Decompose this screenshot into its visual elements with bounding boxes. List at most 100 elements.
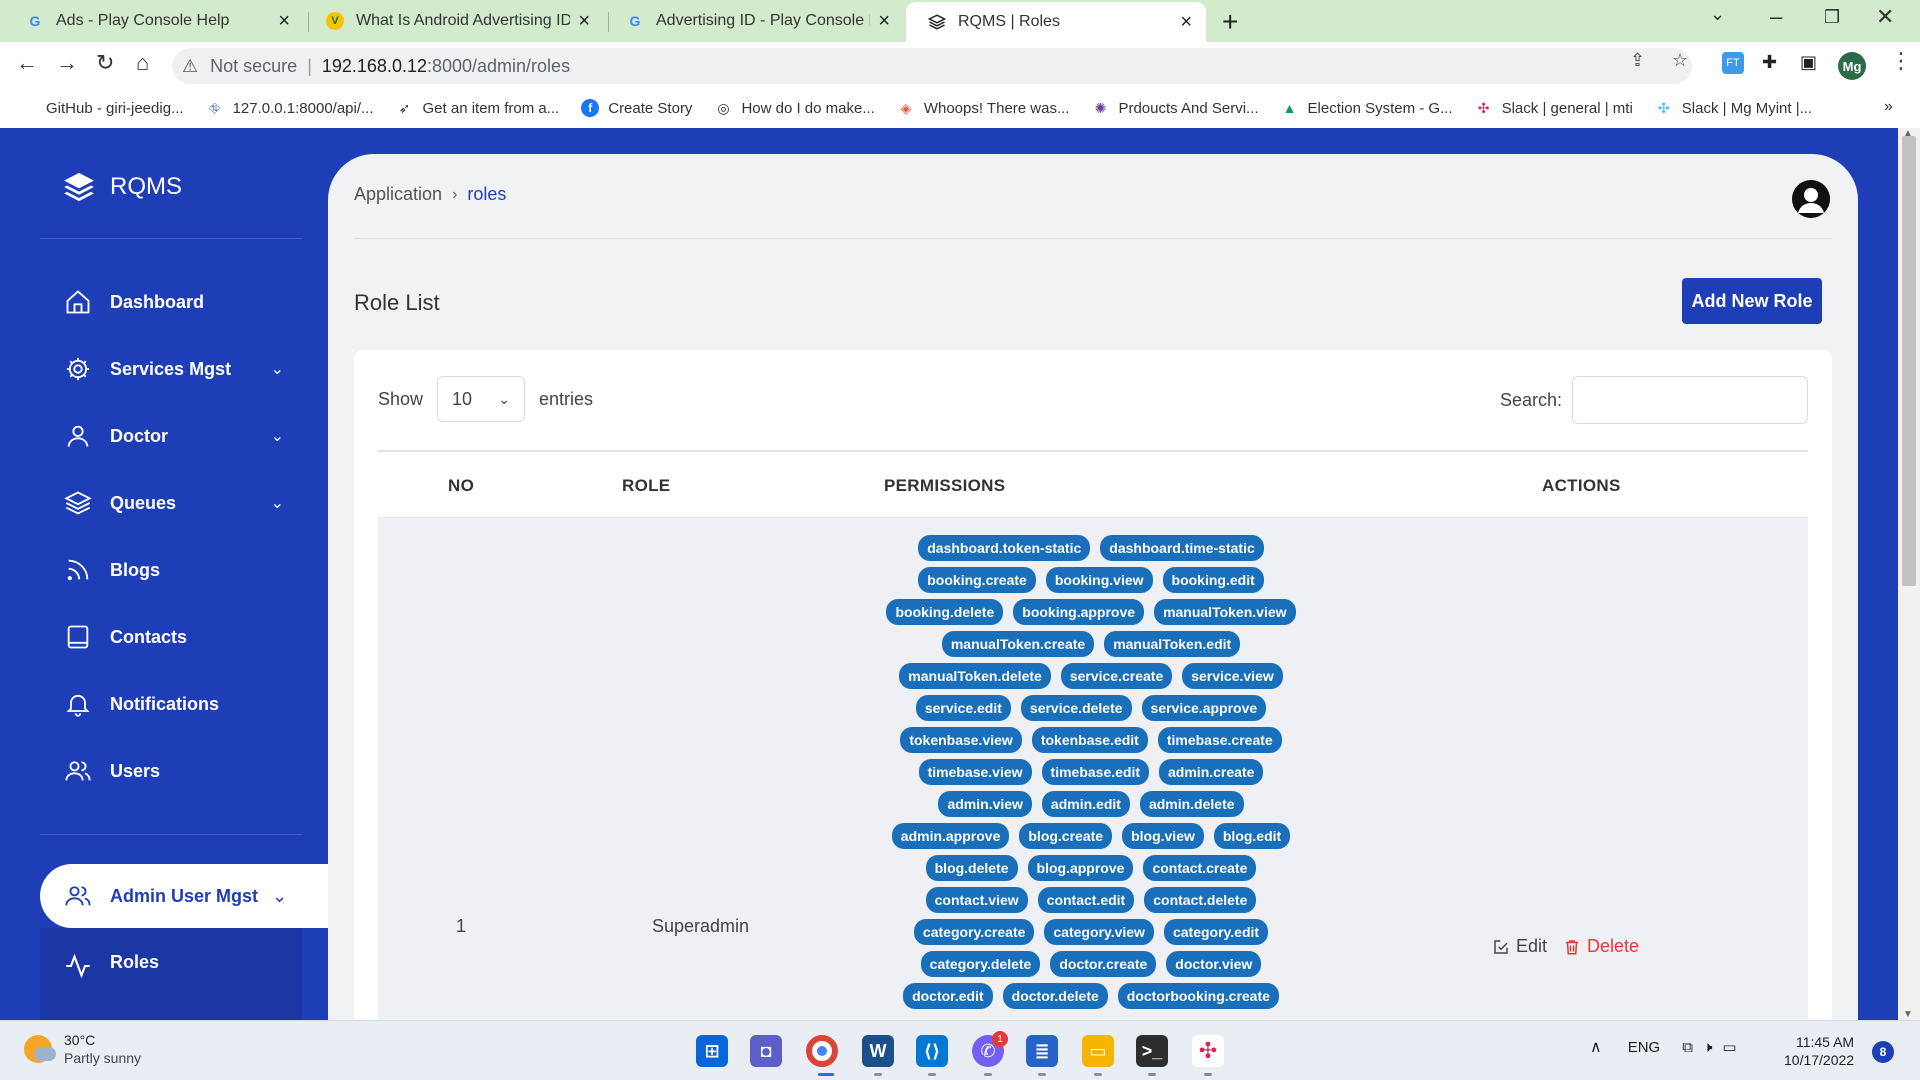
chevron-down-icon: ⌄ (498, 390, 511, 407)
terminal-icon[interactable]: >_ (1136, 1035, 1168, 1067)
sidebar-item-contacts[interactable]: Contacts (64, 623, 284, 651)
bookmark-item[interactable]: ◈ Whoops! There was... (897, 99, 1070, 117)
search-input[interactable] (1572, 376, 1808, 424)
chrome-icon[interactable] (806, 1035, 838, 1067)
browser-tab[interactable]: G Ads - Play Console Help × (4, 0, 304, 42)
slack-icon: ✣ (1477, 99, 1490, 116)
menu-icon[interactable]: ⋮ (1890, 48, 1912, 74)
word-icon[interactable]: W (862, 1035, 894, 1067)
sidebar-item-dashboard[interactable]: Dashboard (64, 288, 284, 316)
back-icon[interactable]: ← (16, 50, 38, 76)
notepad-icon[interactable]: ≣ (1026, 1035, 1058, 1067)
more-bookmarks-icon[interactable]: » (1884, 98, 1893, 116)
column-header-permissions[interactable]: PERMISSIONS (884, 476, 1005, 496)
sidebar-group-admin[interactable]: Admin User Mgst ⌄ (40, 864, 328, 928)
sidebar-item-roles[interactable]: Roles (40, 928, 302, 1020)
close-icon[interactable]: × (578, 10, 590, 33)
tab-search-icon[interactable]: ⌄ (1710, 4, 1725, 25)
sidebar-item-blogs[interactable]: Blogs (64, 556, 284, 584)
sidebar-group-label: Admin User Mgst (110, 885, 259, 906)
minimize-icon[interactable]: – (1770, 4, 1782, 30)
running-indicator (928, 1073, 936, 1076)
bookmark-item[interactable]: ▲ Election System - G... (1281, 99, 1453, 117)
weather-widget[interactable]: 30°C Partly sunny (24, 1031, 141, 1067)
address-bar[interactable]: ⚠ Not secure | 192.168.0.12:8000/admin/r… (172, 48, 1692, 84)
sidebar-item-services[interactable]: Services Mgst ⌄ (64, 355, 284, 383)
sidepanel-icon[interactable]: ▣ (1800, 52, 1817, 73)
vscode-icon[interactable]: ⟨⟩ (916, 1035, 948, 1067)
scrollbar-thumb[interactable] (1902, 136, 1916, 586)
puzzle-icon[interactable]: ✚ (1762, 52, 1777, 73)
warning-icon[interactable]: ⚠ (182, 56, 198, 77)
show-label: Show (378, 388, 424, 409)
search-label: Search: (1499, 389, 1562, 410)
brand[interactable]: RQMS (62, 170, 182, 204)
reload-icon[interactable]: ↻ (96, 50, 114, 76)
users-icon (65, 886, 91, 906)
notification-badge[interactable]: 8 (1872, 1041, 1894, 1063)
page-scrollbar[interactable]: ▲ ▼ (1898, 128, 1920, 1020)
start-icon[interactable]: ⊞ (696, 1035, 728, 1067)
forward-icon[interactable]: → (56, 50, 78, 76)
bookmark-item[interactable]: ◎ How do I do make... (714, 99, 875, 117)
column-header-role[interactable]: ROLE (622, 476, 670, 496)
bookmark-item[interactable]: ➶ Get an item from a... (396, 99, 560, 117)
network-icon[interactable]: ⧉ (1682, 1039, 1693, 1056)
bookmark-item[interactable]: f Create Story (581, 99, 692, 117)
windows-taskbar: 30°C Partly sunny ⊞ ◘ W ⟨⟩ ✆ 1 ≣ ▭ >_ ✣ … (0, 1020, 1920, 1080)
speaker-muted-icon[interactable]: 🕨 (1703, 1039, 1712, 1056)
permission-badge: doctor.edit (903, 983, 993, 1009)
breadcrumb-root[interactable]: Application (354, 184, 442, 205)
entries-select[interactable]: 10 ⌄ (437, 376, 526, 422)
maximize-icon[interactable]: ❐ (1824, 7, 1840, 28)
bookmark-item[interactable]: ⛗ 127.0.0.1:8000/api/... (206, 99, 374, 117)
home-icon[interactable]: ⌂ (136, 50, 149, 76)
sidebar-item-label: Contacts (110, 626, 188, 647)
divider (40, 834, 302, 835)
main-content: Application › roles Role List Add New Ro… (328, 154, 1858, 1020)
sidebar-item-queues[interactable]: Queues ⌄ (64, 489, 284, 517)
bookmark-label: Slack | Mg Myint |... (1681, 99, 1813, 117)
date: 10/17/2022 (1784, 1052, 1855, 1068)
scroll-down-icon[interactable]: ▼ (1903, 1009, 1913, 1020)
close-icon[interactable]: × (278, 10, 290, 33)
close-icon[interactable]: × (1180, 11, 1192, 34)
bookmark-label: Whoops! There was... (923, 99, 1070, 117)
clock[interactable]: 11:45 AM 10/17/2022 (1784, 1033, 1854, 1069)
permission-badge: blog.approve (1027, 855, 1134, 881)
slack-icon[interactable]: ✣ (1192, 1035, 1224, 1067)
edit-button[interactable]: Edit (1492, 936, 1547, 957)
permission-badge: doctor.create (1050, 951, 1157, 977)
permission-badge: admin.approve (891, 823, 1010, 849)
bookmark-item[interactable]: ✺ Prdoucts And Servi... (1091, 99, 1259, 117)
sidebar-item-notifications[interactable]: Notifications (64, 690, 284, 718)
file-explorer-icon[interactable]: ▭ (1082, 1035, 1114, 1067)
bookmark-item[interactable]: ✣ Slack | general | mti (1475, 99, 1633, 117)
star-icon[interactable]: ☆ (1672, 50, 1688, 71)
new-tab-icon[interactable]: + (1222, 6, 1238, 38)
teams-chat-icon[interactable]: ◘ (750, 1035, 782, 1067)
user-avatar[interactable] (1792, 180, 1830, 218)
bookmark-label: How do I do make... (741, 99, 875, 117)
sidebar-item-doctor[interactable]: Doctor ⌄ (64, 422, 284, 450)
network-icon: ⛗ (208, 99, 221, 116)
browser-tab-active[interactable]: RQMS | Roles × (906, 2, 1206, 42)
profile-avatar[interactable]: Mg (1838, 52, 1866, 80)
language-indicator[interactable]: ENG (1628, 1039, 1661, 1056)
chevron-up-icon[interactable]: ∧ (1590, 1037, 1602, 1057)
extension-icon[interactable]: FT (1722, 52, 1744, 74)
share-icon[interactable]: ⇪ (1630, 50, 1645, 71)
battery-icon[interactable]: ▭ (1722, 1038, 1736, 1056)
add-new-role-button[interactable]: Add New Role (1682, 278, 1822, 324)
column-header-no[interactable]: NO (448, 476, 474, 496)
permission-badge: blog.view (1122, 823, 1204, 849)
browser-tab[interactable]: G Advertising ID - Play Console Hel × (604, 0, 904, 42)
delete-button[interactable]: Delete (1563, 936, 1639, 957)
browser-tab[interactable]: V What Is Android Advertising ID (A × (304, 0, 604, 42)
close-icon[interactable]: × (878, 10, 890, 33)
window-close-icon[interactable]: ✕ (1876, 4, 1894, 30)
bookmark-item[interactable]: GitHub - giri-jeedig... (46, 100, 184, 117)
sidebar-item-users[interactable]: Users (64, 757, 284, 785)
divider (354, 238, 1832, 239)
bookmark-item[interactable]: ✣ Slack | Mg Myint |... (1655, 99, 1812, 117)
